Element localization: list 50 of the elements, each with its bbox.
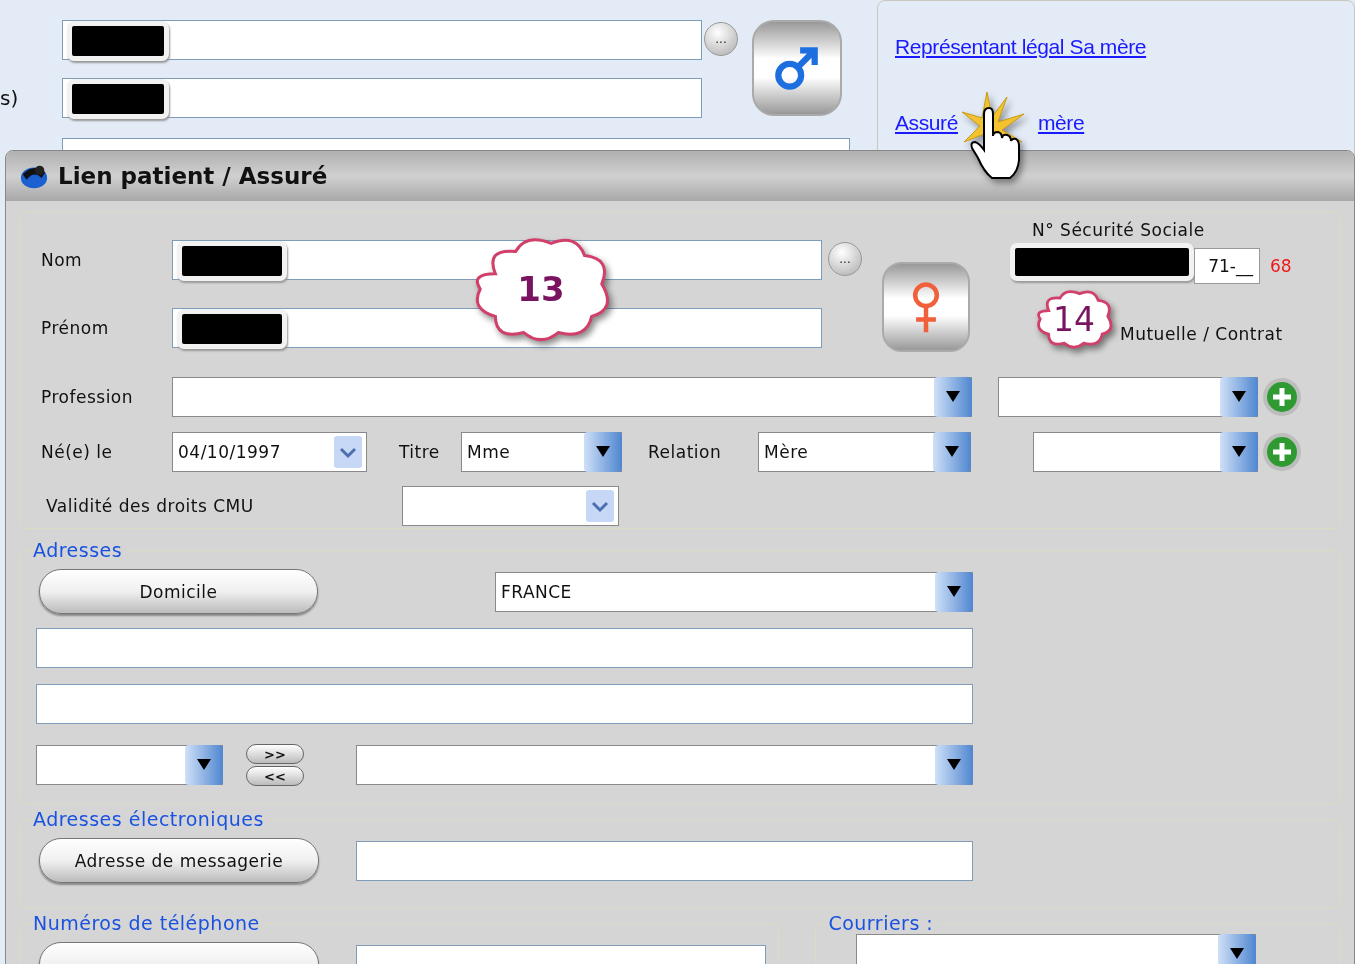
section-title: Numéros de téléphone [33,912,261,934]
section-title: Courriers : [828,912,935,934]
link[interactable]: Représentant légal Sa mère [895,35,1147,59]
text-field[interactable] [36,684,973,724]
text-field[interactable]: 71-__ [1194,248,1260,284]
swap-button[interactable]: << [246,766,304,786]
dropdown-field[interactable] [856,934,1257,964]
field-label: s) [0,86,20,110]
dropdown-field[interactable]: Mme [461,432,622,472]
chevron-down-icon [333,435,363,469]
window-title: Lien patient / Assuré [58,163,328,189]
add-button[interactable] [1262,432,1302,472]
field-label: Nom [41,250,84,270]
plus-icon [1262,377,1302,417]
field-label: Né(e) le [41,442,114,462]
browse-button[interactable]: ... [828,242,862,276]
dropdown-field[interactable] [356,745,973,785]
link[interactable]: Assuré mère [895,111,1085,135]
dropdown-field[interactable] [1033,432,1258,472]
field-label: N° Sécurité Sociale [1032,220,1205,240]
field-label: Mutuelle / Contrat [1120,324,1283,344]
text-field[interactable] [356,840,973,881]
plus-icon [1262,432,1302,472]
swap-button[interactable]: >> [246,744,304,764]
chevron-down-icon [585,489,615,523]
dropdown-field[interactable] [36,745,223,785]
dropdown-field[interactable]: 04/10/1997 [172,432,367,472]
text-field[interactable] [62,20,702,60]
text-field[interactable] [36,628,973,668]
field-label: Profession [41,387,135,407]
add-button[interactable] [1262,377,1302,417]
dropdown-field[interactable]: FRANCE [495,571,973,612]
email-type-button[interactable]: Adresse de messagerie [39,838,319,883]
gender-button[interactable] [882,262,970,352]
dropdown-field[interactable]: Mère [758,432,971,472]
field-label: Titre [399,442,441,462]
gender-button[interactable] [752,20,842,116]
address-type-button[interactable]: Domicile [39,569,318,614]
section-title: Adresses électroniques [33,808,265,830]
field-label: Prénom [41,318,110,338]
dropdown-field[interactable] [172,377,972,417]
section-title: Adresses [33,539,124,561]
dropdown-field[interactable] [998,377,1258,417]
ssn-key: 68 [1270,256,1292,276]
browse-button[interactable]: ... [704,22,738,56]
field-label: Validité des droits CMU [45,496,255,516]
dropdown-arrow-icon [1218,934,1257,964]
dropdown-field[interactable] [402,486,619,526]
field-label: Relation [648,442,723,462]
text-field[interactable] [62,78,702,118]
